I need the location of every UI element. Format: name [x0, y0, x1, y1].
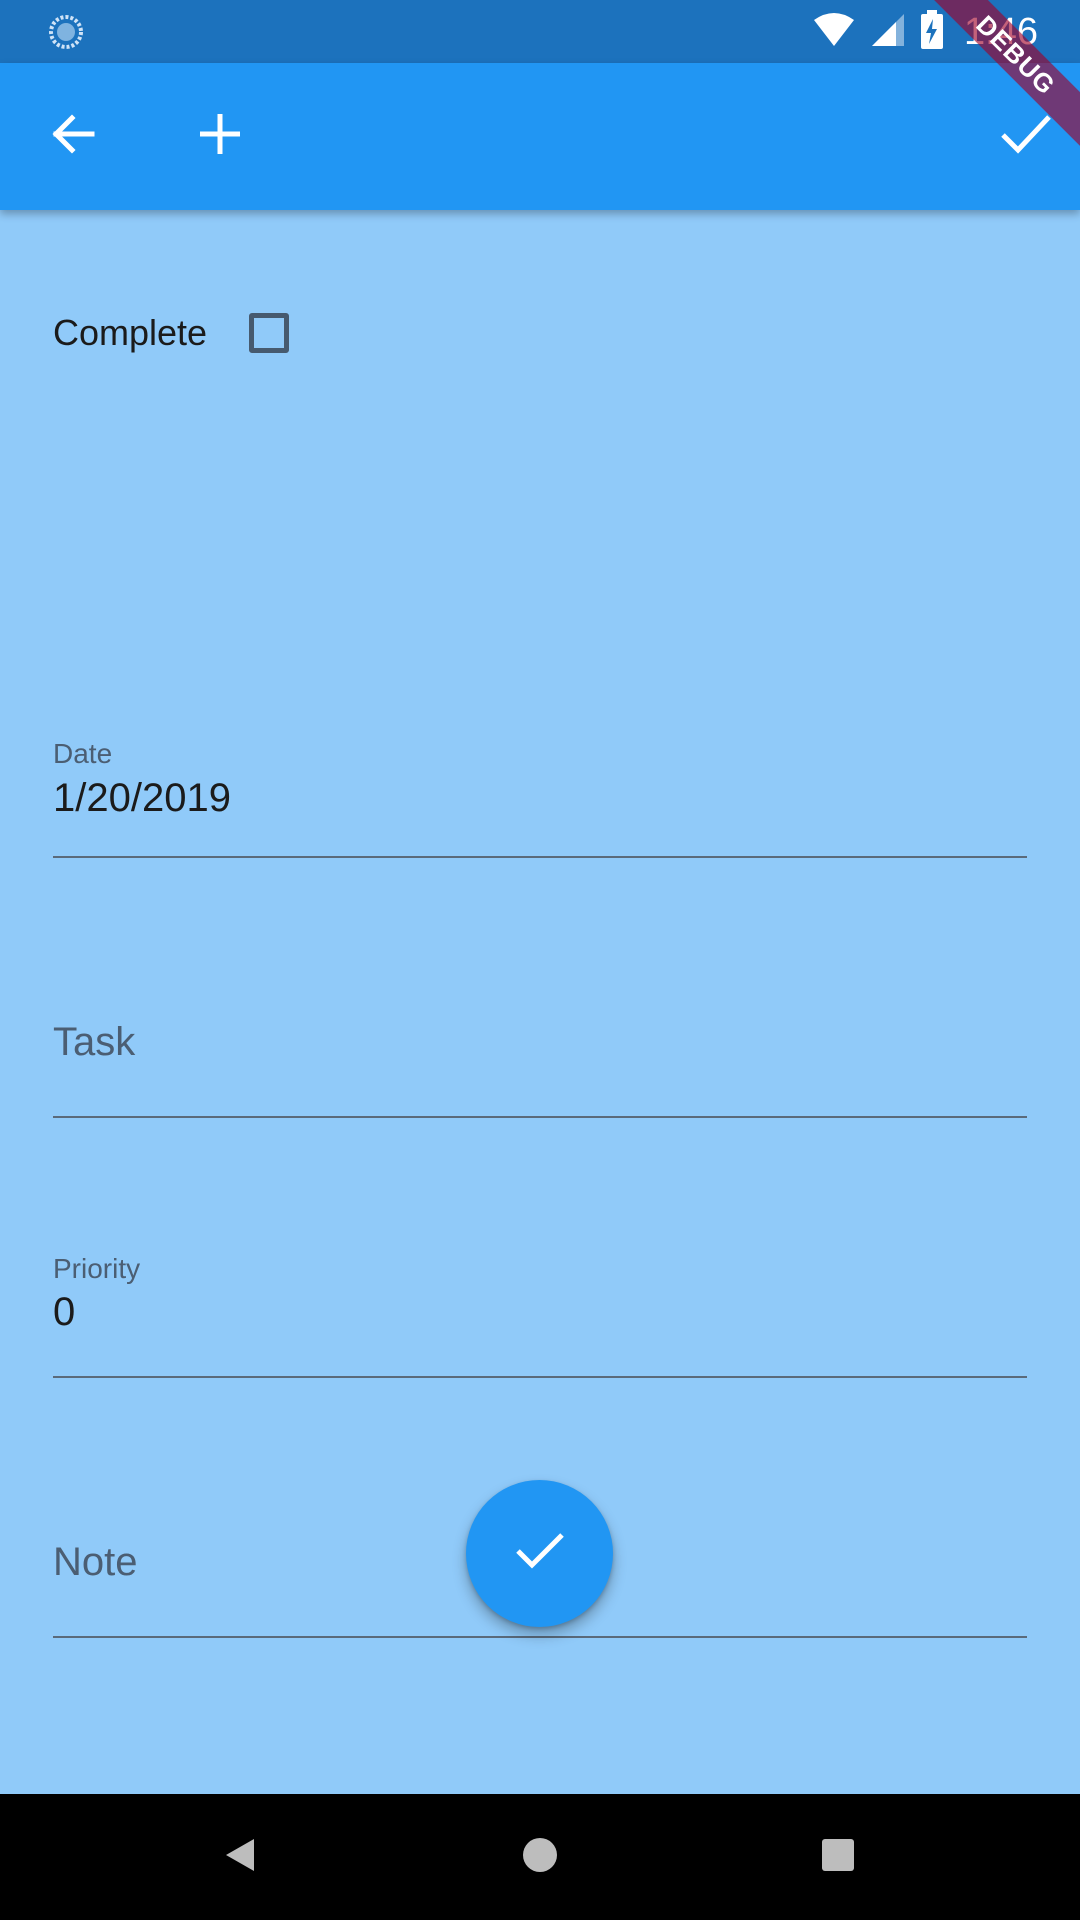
- save-button[interactable]: [978, 88, 1074, 184]
- add-button[interactable]: [172, 88, 268, 184]
- priority-underline: [53, 1376, 1027, 1378]
- checkmark-icon: [1000, 112, 1052, 161]
- system-nav-bar: [0, 1794, 1080, 1920]
- nav-recents-button[interactable]: [798, 1817, 878, 1897]
- wifi-icon: [812, 12, 856, 53]
- priority-field[interactable]: Priority 0: [53, 1120, 1027, 1380]
- fab-save-button[interactable]: [466, 1480, 613, 1627]
- sync-icon: [48, 14, 84, 50]
- status-icons: 1:46: [812, 8, 1038, 56]
- date-field[interactable]: Date 1/20/2019: [53, 520, 1027, 860]
- priority-value: 0: [53, 1290, 76, 1334]
- nav-back-button[interactable]: [200, 1817, 280, 1897]
- checkmark-icon: [514, 1531, 566, 1576]
- date-label: Date: [53, 738, 113, 769]
- back-button[interactable]: [24, 88, 120, 184]
- back-triangle-icon: [220, 1835, 260, 1880]
- date-underline: [53, 856, 1027, 858]
- complete-label: Complete: [53, 312, 208, 353]
- task-underline: [53, 1116, 1027, 1118]
- complete-checkbox[interactable]: [249, 313, 290, 353]
- complete-row: Complete: [53, 298, 290, 368]
- back-arrow-icon: [48, 110, 96, 163]
- task-field[interactable]: Task: [53, 860, 1027, 1120]
- battery-charging-icon: [920, 9, 944, 55]
- nav-home-button[interactable]: [500, 1817, 580, 1897]
- date-value: 1/20/2019: [53, 776, 231, 820]
- note-underline: [53, 1636, 1027, 1638]
- add-icon: [198, 112, 242, 161]
- signal-icon: [870, 12, 906, 53]
- app-bar: [0, 63, 1080, 210]
- status-bar: 1:46: [0, 0, 1080, 63]
- task-placeholder: Task: [53, 1020, 136, 1064]
- home-circle-icon: [520, 1835, 560, 1880]
- recents-square-icon: [818, 1835, 858, 1880]
- note-placeholder: Note: [53, 1540, 138, 1584]
- status-time: 1:46: [964, 10, 1038, 53]
- priority-label: Priority: [53, 1253, 141, 1284]
